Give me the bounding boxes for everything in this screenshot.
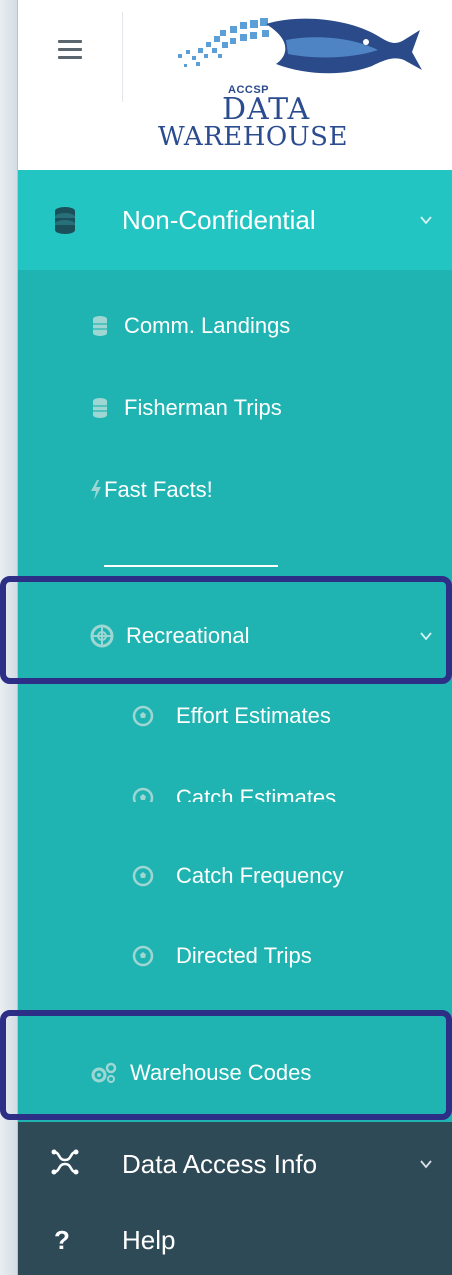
- database-icon: [54, 206, 76, 234]
- fish-logo-icon: [178, 18, 422, 74]
- menu-teal-section: Non-Confidential Comm. Landings Fisherma…: [18, 170, 452, 810]
- highlight-box-warehouse-codes: [0, 1010, 452, 1120]
- database-icon: [92, 397, 108, 419]
- hamburger-menu-icon[interactable]: [58, 40, 82, 60]
- menu-label-directed-trips: Directed Trips: [176, 943, 312, 968]
- menu-label-help: Help: [122, 1224, 176, 1255]
- logo-warehouse-text: WAREHOUSE: [158, 122, 348, 152]
- menu-label-data-access-info: Data Access Info: [122, 1148, 318, 1179]
- soccer-ball-icon: [132, 945, 154, 967]
- menu-dark-area: Data Access Info ? Help: [18, 1122, 452, 1275]
- menu-item-comm-landings[interactable]: Comm. Landings: [18, 304, 452, 348]
- menu-item-directed-trips[interactable]: Directed Trips: [18, 934, 452, 978]
- database-icon: [92, 315, 108, 337]
- menu-item-help[interactable]: ? Help: [18, 1206, 452, 1274]
- bolt-icon: [90, 479, 102, 501]
- menu-item-fisherman-trips[interactable]: Fisherman Trips: [18, 386, 452, 430]
- highlight-box-recreational: [0, 576, 452, 684]
- sitemap-icon: [50, 1148, 80, 1181]
- menu-item-non-confidential[interactable]: Non-Confidential: [18, 170, 452, 270]
- menu-label-comm-landings: Comm. Landings: [124, 313, 291, 338]
- menu-label-fisherman-trips: Fisherman Trips: [124, 395, 282, 420]
- menu-item-data-access-info[interactable]: Data Access Info: [18, 1122, 452, 1206]
- menu-teal-continuation: Catch Frequency Directed Trips: [18, 802, 452, 1024]
- non-confidential-section: Non-Confidential: [18, 170, 452, 270]
- header-divider: [122, 12, 123, 102]
- menu-separator: [104, 565, 278, 567]
- menu-item-effort-estimates[interactable]: Effort Estimates: [18, 694, 452, 738]
- menu-label-non-confidential: Non-Confidential: [122, 204, 316, 235]
- menu-item-fast-facts[interactable]: Fast Facts!: [18, 468, 452, 512]
- chevron-down-icon[interactable]: [420, 1158, 432, 1170]
- menu-label-effort-estimates: Effort Estimates: [176, 703, 331, 728]
- menu-item-catch-frequency[interactable]: Catch Frequency: [18, 854, 452, 898]
- soccer-ball-icon: [132, 705, 154, 727]
- sidebar-header: ACCSP DATA WAREHOUSE: [18, 0, 452, 170]
- question-icon: ?: [54, 1224, 70, 1255]
- soccer-ball-icon: [132, 865, 154, 887]
- menu-label-fast-facts: Fast Facts!: [104, 477, 213, 502]
- accsp-data-warehouse-logo[interactable]: ACCSP DATA WAREHOUSE: [158, 10, 428, 160]
- chevron-down-icon[interactable]: [420, 214, 432, 226]
- menu-label-catch-frequency: Catch Frequency: [176, 863, 344, 888]
